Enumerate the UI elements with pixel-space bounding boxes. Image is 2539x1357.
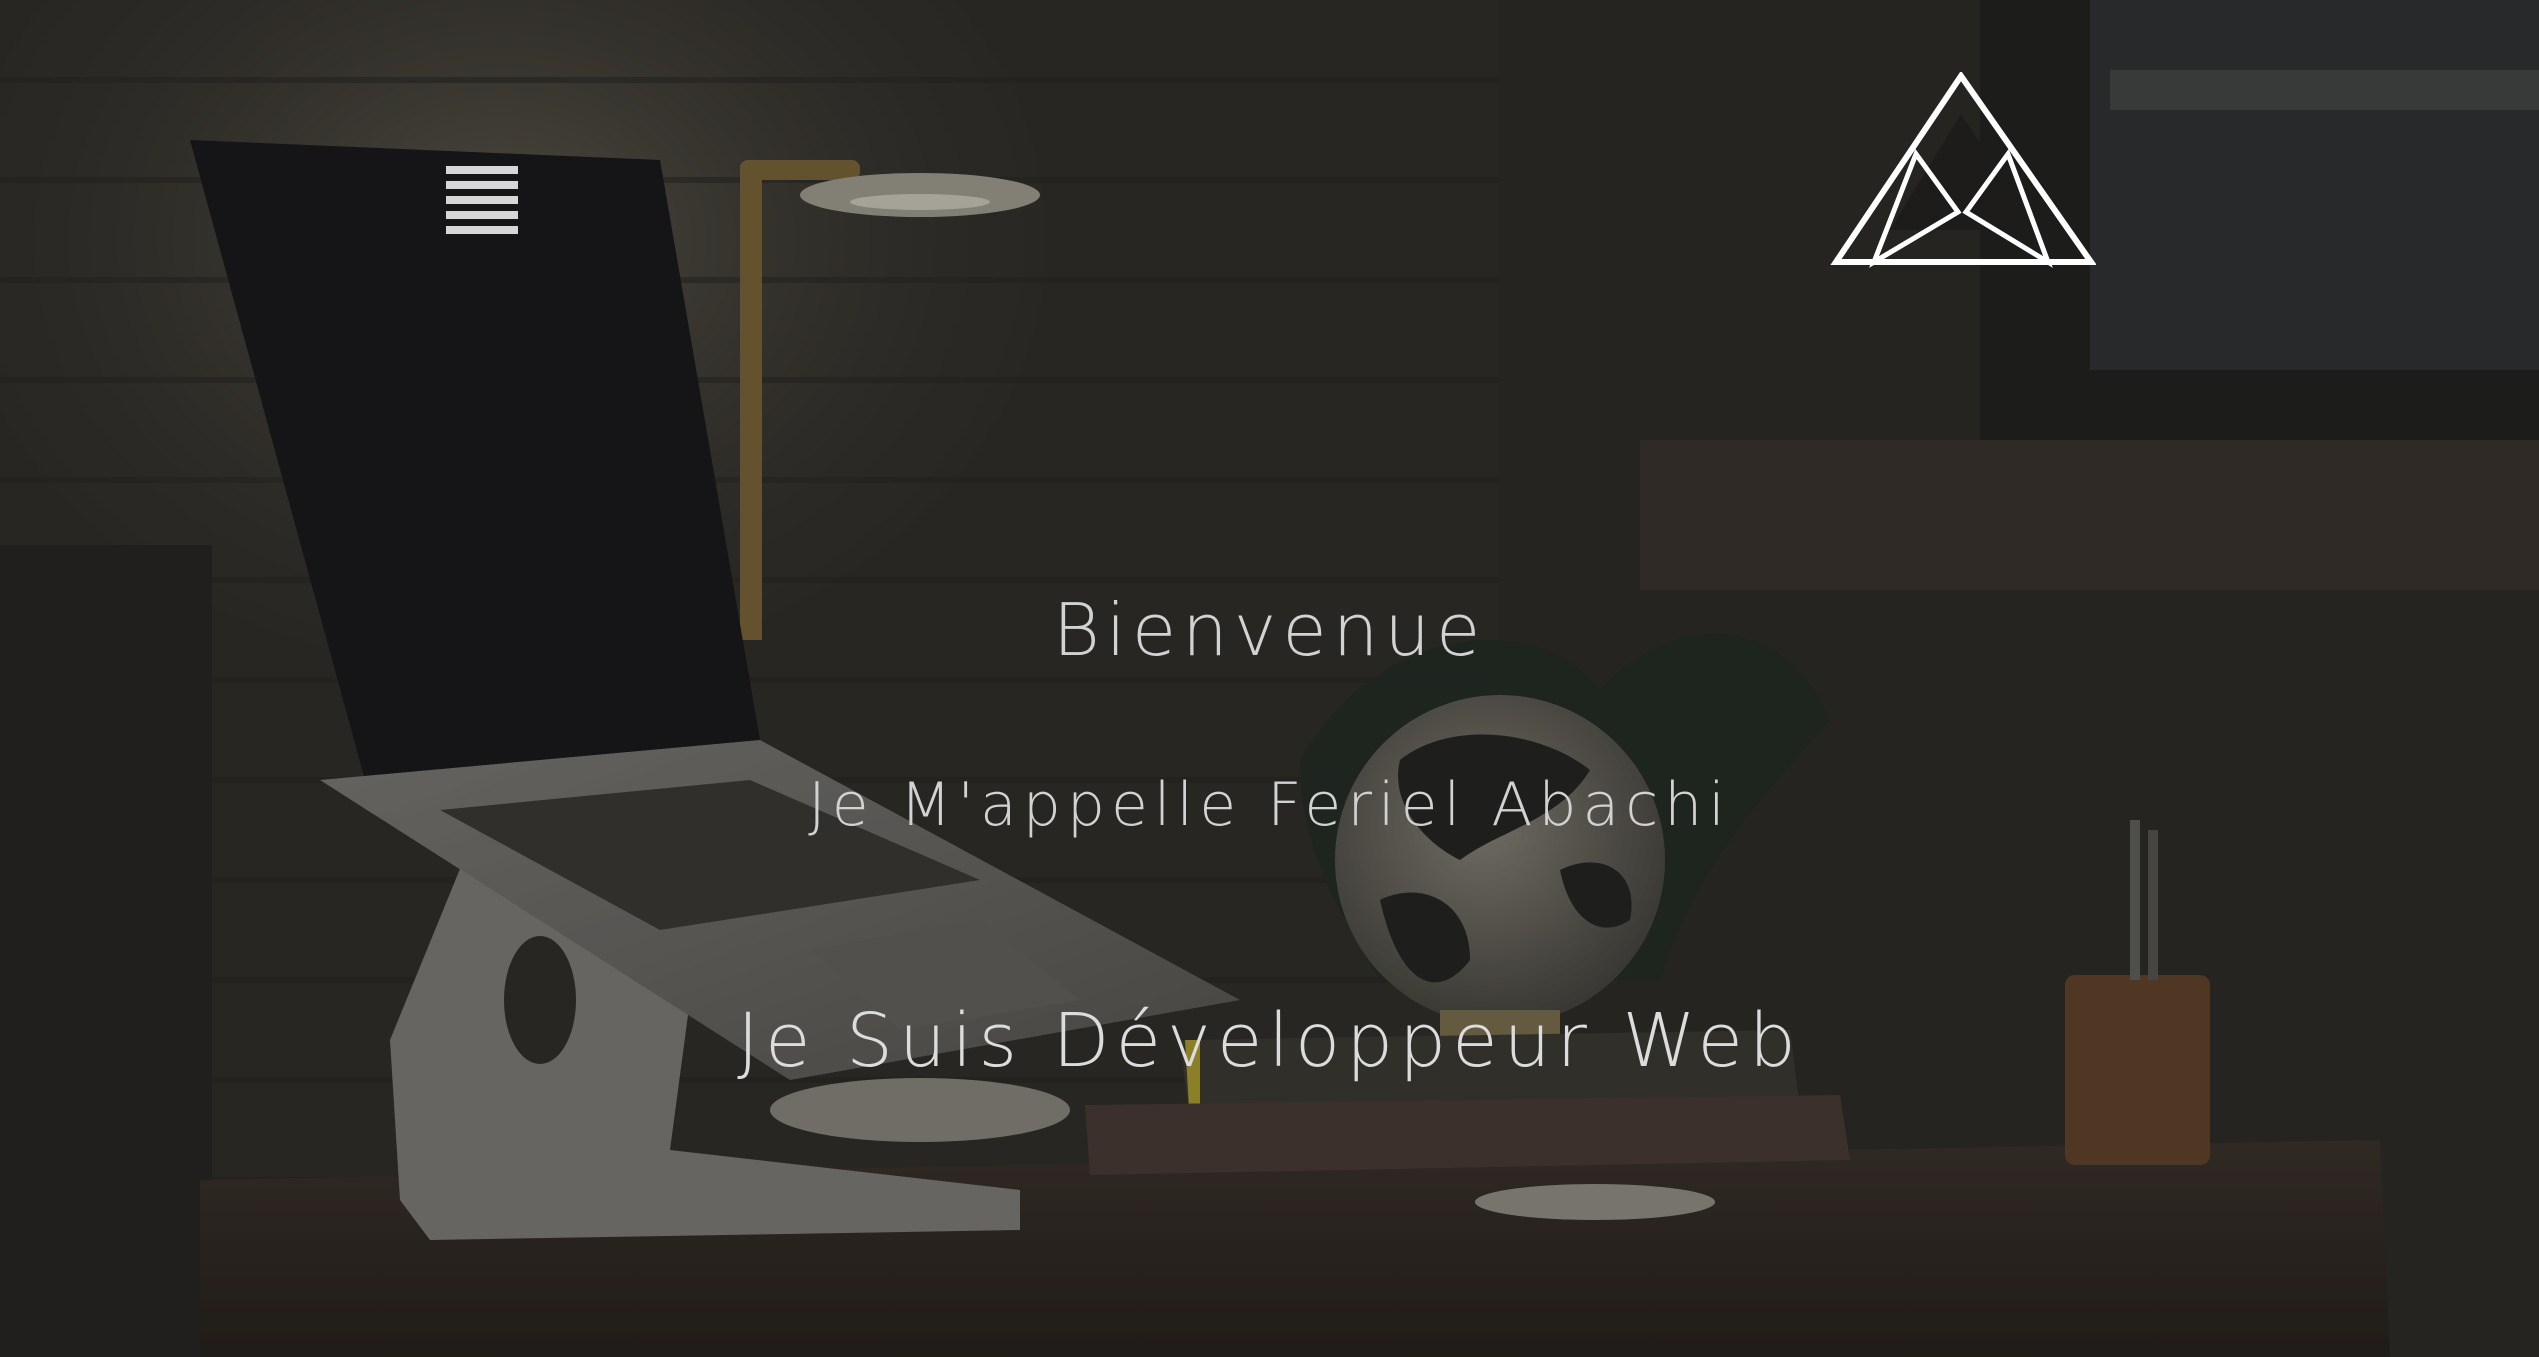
menu-bar [446,181,518,189]
mountain-logo-icon[interactable] [1826,72,2096,268]
role-heading: Je Suis Développeur Web [737,998,1802,1084]
menu-bar [446,166,518,174]
hero-section: Bienvenue Je M'appelle Feriel Abachi Je … [0,0,2539,1357]
background-photo [0,0,2539,1357]
name-subheading: Je M'appelle Feriel Abachi [808,770,1731,840]
hamburger-menu-icon[interactable] [446,166,518,234]
menu-bar [446,211,518,219]
menu-bar [446,226,518,234]
menu-bar [446,196,518,204]
welcome-heading: Bienvenue [1052,588,1487,672]
